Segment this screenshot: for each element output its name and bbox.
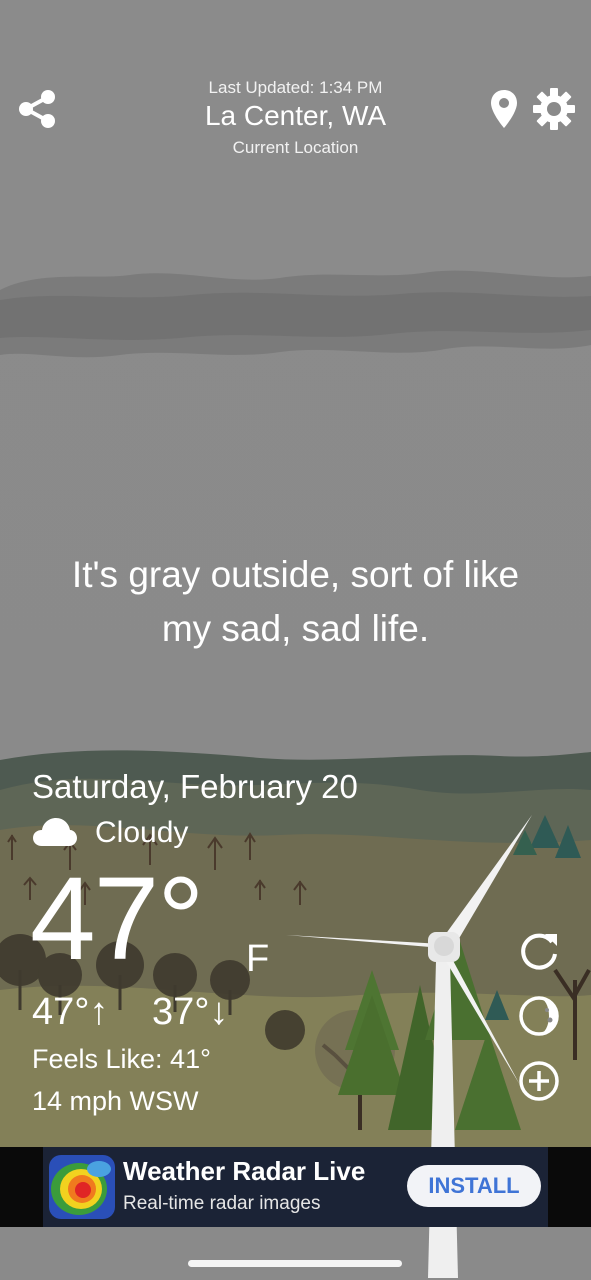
- ad-content[interactable]: Weather Radar Live Real-time radar image…: [43, 1147, 548, 1227]
- condition-label: Cloudy: [95, 816, 189, 849]
- home-indicator[interactable]: [188, 1260, 402, 1267]
- feels-like-text: Feels Like: 41°: [32, 1044, 211, 1074]
- location-button[interactable]: [486, 86, 522, 132]
- moon-phase-icon: [519, 996, 559, 1036]
- wind-text: 14 mph WSW: [32, 1086, 199, 1116]
- weather-details: Saturday, February 20 Cloudy 47° F 47°↑ …: [0, 760, 591, 1150]
- ad-install-button[interactable]: INSTALL: [407, 1165, 541, 1207]
- date-label: Saturday, February 20: [32, 768, 358, 805]
- location-subtitle: Current Location: [232, 138, 359, 157]
- moon-phase-button[interactable]: [517, 994, 561, 1038]
- gear-icon: [533, 88, 575, 130]
- high-temperature: 47°↑: [32, 991, 109, 1033]
- ad-banner[interactable]: Weather Radar Live Real-time radar image…: [0, 1147, 591, 1227]
- add-circle-icon: [519, 1061, 559, 1101]
- header: Last Updated: 1:34 PM La Center, WA Curr…: [0, 0, 591, 170]
- weather-radar-app-icon: [49, 1155, 115, 1219]
- location-pin-icon: [491, 90, 517, 128]
- current-temperature: 47°: [30, 853, 204, 985]
- refresh-icon: [521, 933, 557, 970]
- refresh-button[interactable]: [517, 928, 561, 972]
- low-temperature: 37°↓: [152, 991, 229, 1033]
- settings-button[interactable]: [530, 86, 578, 132]
- quip-line-2: my sad, sad life.: [161, 608, 430, 649]
- temperature-unit: F: [246, 938, 270, 980]
- cloud-icon: [33, 818, 77, 846]
- ad-title: Weather Radar Live: [123, 1156, 366, 1186]
- ad-subtitle: Real-time radar images: [123, 1193, 321, 1214]
- weather-quip: It's gray outside, sort of like my sad, …: [20, 548, 571, 656]
- add-location-button[interactable]: [517, 1059, 561, 1103]
- quip-line-1: It's gray outside, sort of like: [71, 554, 520, 595]
